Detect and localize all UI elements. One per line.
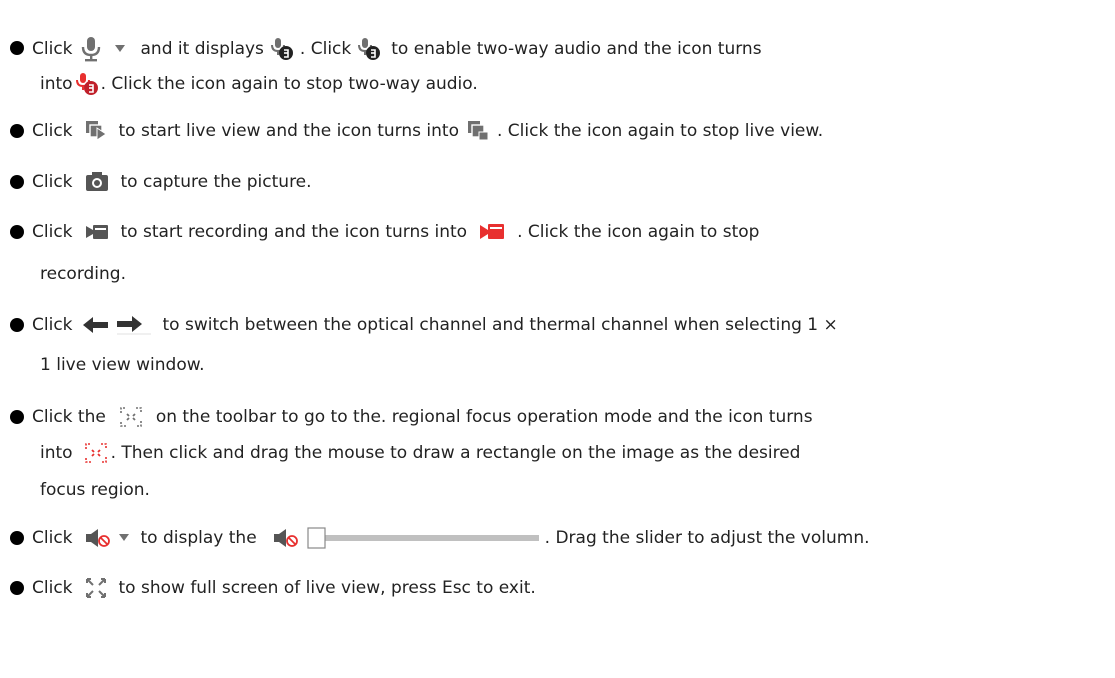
bullet-dot [10, 41, 24, 55]
text: . Click the icon again to stop [517, 222, 760, 242]
text: to start recording and the icon turns in… [120, 222, 468, 242]
start-live-view-icon [85, 120, 107, 142]
bullet-4-line-2: recording. [40, 262, 126, 286]
camera-icon [85, 172, 109, 192]
text: into [40, 443, 73, 463]
text: recording. [40, 264, 126, 284]
bullet-dot [10, 410, 24, 424]
document-page: Click and it displays . Click to enable … [0, 0, 1115, 678]
text: Click [32, 39, 73, 59]
text: on the toolbar to go to the. regional fo… [155, 407, 813, 427]
bullet-7-line-1: Click to display the . Drag the slider t… [32, 526, 870, 550]
text: . Click [299, 39, 352, 59]
right-arrow-icon [116, 315, 151, 335]
text: . Then click and drag the mouse to draw … [110, 443, 801, 463]
text: to show full screen of live view, press … [118, 578, 536, 598]
text: to capture the picture. [120, 172, 312, 192]
text: Click [32, 528, 73, 548]
text: Click [32, 222, 73, 242]
bullet-dot [10, 175, 24, 189]
dropdown-arrow-icon [118, 534, 129, 542]
regional-focus-active-icon [84, 443, 107, 463]
left-arrow-icon [82, 316, 109, 334]
two-way-audio-icon [357, 37, 381, 61]
bullet-dot [10, 124, 24, 138]
mute-speaker-icon [85, 528, 111, 548]
bullet-1-line-2: into . Click the icon again to stop two-… [40, 72, 478, 96]
bullet-6-line-1: Click the on the toolbar to go to the. r… [32, 405, 813, 429]
two-way-audio-active-icon [75, 72, 99, 96]
bullet-6-line-3: focus region. [40, 478, 150, 502]
bullet-dot [10, 318, 24, 332]
text: 1 live view window. [40, 355, 205, 375]
record-icon [85, 222, 109, 242]
text: focus region. [40, 480, 150, 500]
bullet-dot [10, 581, 24, 595]
bullet-dot [10, 225, 24, 239]
bullet-6-line-2: into . Then click and drag the mouse to … [40, 441, 800, 465]
text: Click [32, 315, 73, 335]
bullet-3-line-1: Click to capture the picture. [32, 170, 312, 194]
text: into [40, 74, 73, 94]
text: to enable two-way audio and the icon tur… [391, 39, 762, 59]
fullscreen-icon [85, 577, 107, 599]
bullet-8-line-1: Click to show full screen of live view, … [32, 576, 536, 600]
two-way-audio-icon [270, 37, 294, 61]
bullet-4-line-1: Click to start recording and the icon tu… [32, 220, 759, 244]
text: to display the [140, 528, 257, 548]
text: Click [32, 578, 73, 598]
bullet-2-line-1: Click to start live view and the icon tu… [32, 119, 823, 143]
text: Click the [32, 407, 106, 427]
bullet-dot [10, 531, 24, 545]
stop-live-view-icon [467, 120, 489, 142]
text: Click [32, 172, 73, 192]
microphone-icon [79, 36, 103, 62]
record-active-icon [479, 221, 505, 243]
mute-speaker-icon [273, 528, 299, 548]
text: . Click the icon again to stop two-way a… [100, 74, 478, 94]
text: to start live view and the icon turns in… [118, 121, 459, 141]
regional-focus-icon [120, 407, 142, 427]
volume-slider[interactable] [307, 527, 541, 549]
text: . Click the icon again to stop live view… [496, 121, 824, 141]
text: and it displays [140, 39, 264, 59]
bullet-5-line-2: 1 live view window. [40, 353, 204, 377]
bullet-5-line-1: Click to switch between the optical chan… [32, 313, 838, 337]
bullet-1-line-1: Click and it displays . Click to enable … [32, 36, 762, 62]
text: Click [32, 121, 73, 141]
text: . Drag the slider to adjust the volumn. [544, 528, 870, 548]
text: to switch between the optical channel an… [162, 315, 838, 335]
dropdown-arrow-icon [114, 45, 125, 53]
